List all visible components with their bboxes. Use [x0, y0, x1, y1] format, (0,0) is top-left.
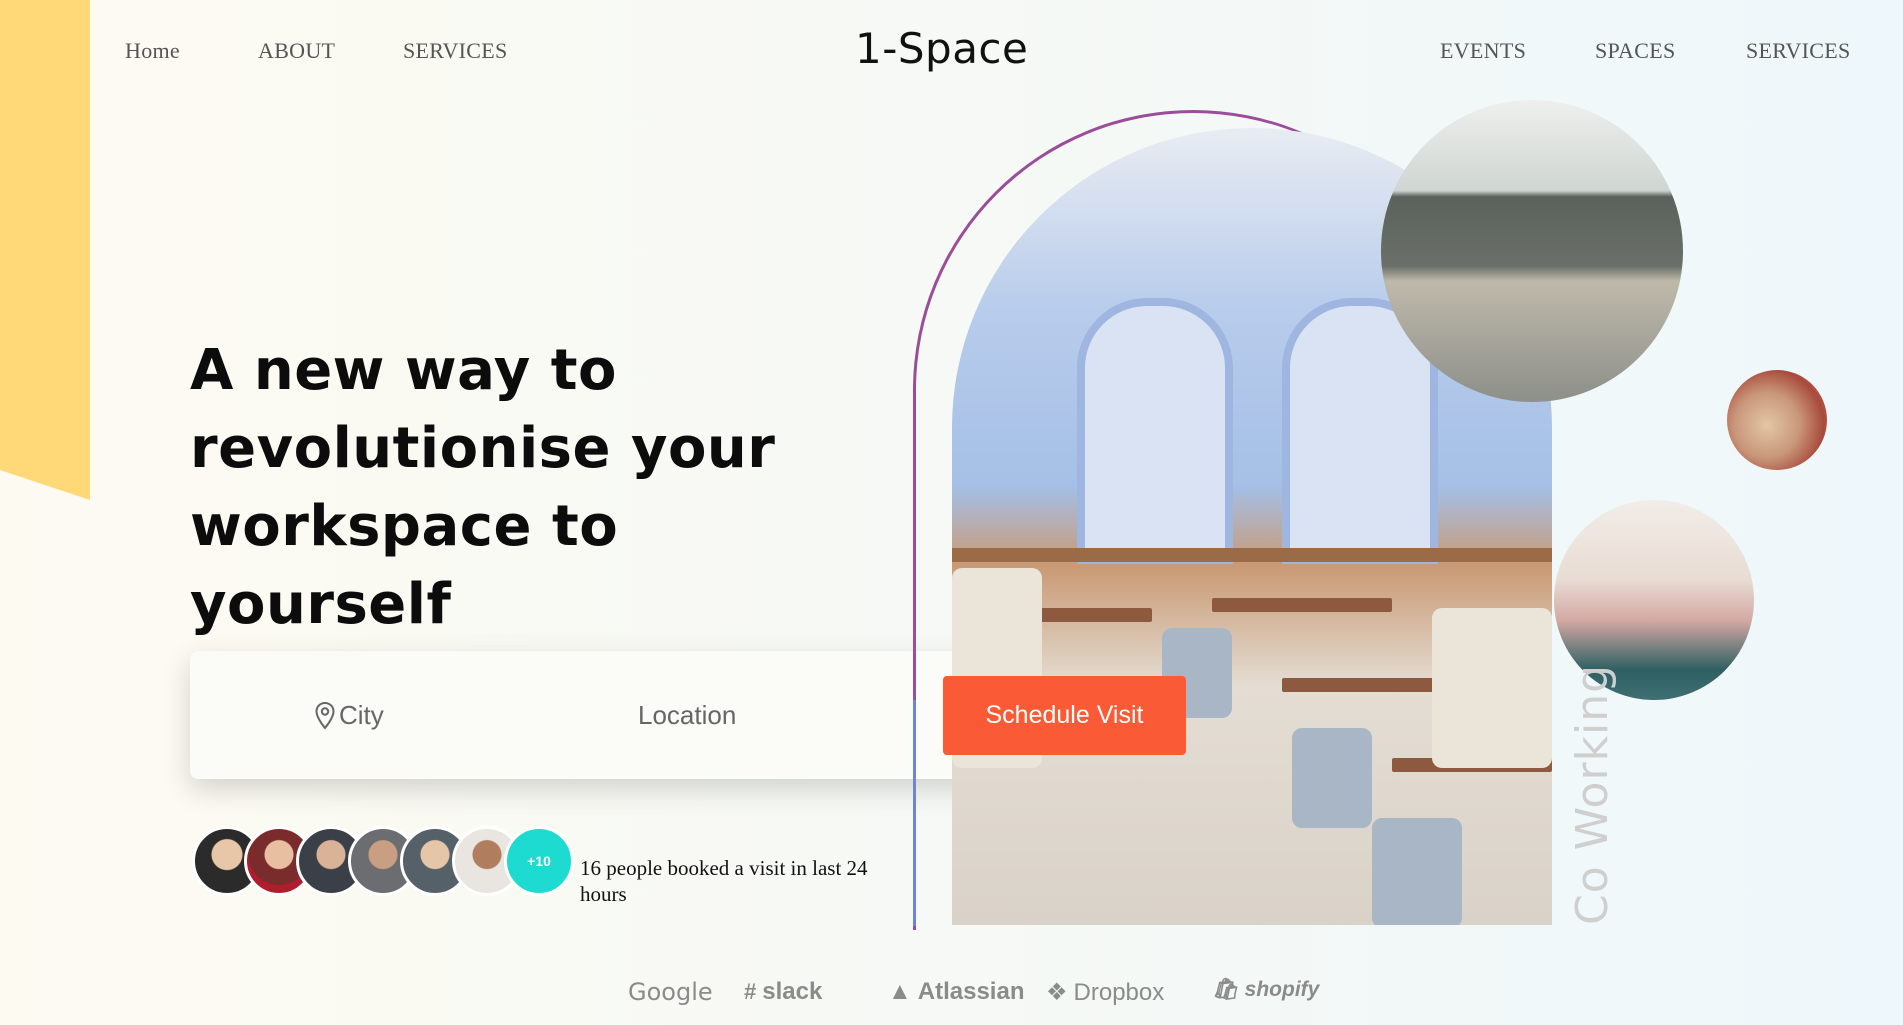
slack-icon: # — [744, 979, 757, 1004]
more-bookers-badge: +10 — [504, 826, 574, 896]
photo-inner-arch — [1077, 298, 1233, 564]
brand-name: Google — [628, 978, 713, 1006]
brand-name: Dropbox — [1073, 978, 1165, 1006]
slack-logo: # slack — [744, 978, 822, 1006]
photo-seat — [1372, 818, 1462, 925]
brand-name: slack — [762, 978, 823, 1005]
dropbox-icon: ❖ — [1046, 979, 1068, 1006]
booking-count-text: 16 people booked a visit in last 24 hour… — [580, 856, 868, 906]
dropbox-logo: ❖ Dropbox — [1046, 978, 1164, 1007]
nav-spaces[interactable]: SPACES — [1595, 38, 1676, 64]
photo-booth — [1432, 608, 1552, 768]
atlassian-logo: ▲ Atlassian — [888, 978, 1024, 1006]
nav-services-right[interactable]: SERVICES — [1746, 38, 1851, 64]
logo[interactable]: 1-Space — [855, 24, 1028, 73]
photo-seat — [1292, 728, 1372, 828]
headline-line-3: workspace to yourself — [190, 494, 619, 637]
headline-line-1: A new way to — [190, 338, 617, 403]
atlassian-icon: ▲ — [888, 978, 912, 1005]
arch-outline-line — [913, 700, 916, 926]
office-photo-circle — [1381, 100, 1683, 402]
google-logo: Google — [628, 978, 713, 1006]
schedule-visit-button[interactable]: Schedule Visit — [943, 676, 1186, 755]
shopify-logo: 🛍 shopify — [1212, 978, 1319, 1002]
brand-name: shopify — [1244, 978, 1320, 1001]
city-field[interactable]: City — [315, 700, 384, 731]
location-pin-icon — [315, 701, 335, 730]
headline-line-2: revolutionise your — [190, 416, 776, 481]
decorative-yellow-band — [0, 0, 90, 500]
nav-events[interactable]: EVENTS — [1440, 38, 1526, 64]
location-field[interactable]: Location — [638, 700, 736, 731]
office-photo-circle-small — [1727, 370, 1827, 470]
nav-home[interactable]: Home — [125, 38, 180, 64]
hero-headline: A new way to revolutionise your workspac… — [190, 332, 890, 644]
city-label: City — [339, 700, 384, 730]
brand-name: Atlassian — [917, 978, 1025, 1005]
nav-about[interactable]: ABOUT — [258, 38, 335, 64]
side-label: Co Working — [1567, 663, 1618, 925]
photo-table — [1212, 598, 1392, 612]
photo-wood-panel — [952, 548, 1552, 562]
nav-services-left[interactable]: SERVICES — [403, 38, 508, 64]
shopping-bag-icon: 🛍 — [1212, 978, 1239, 1001]
